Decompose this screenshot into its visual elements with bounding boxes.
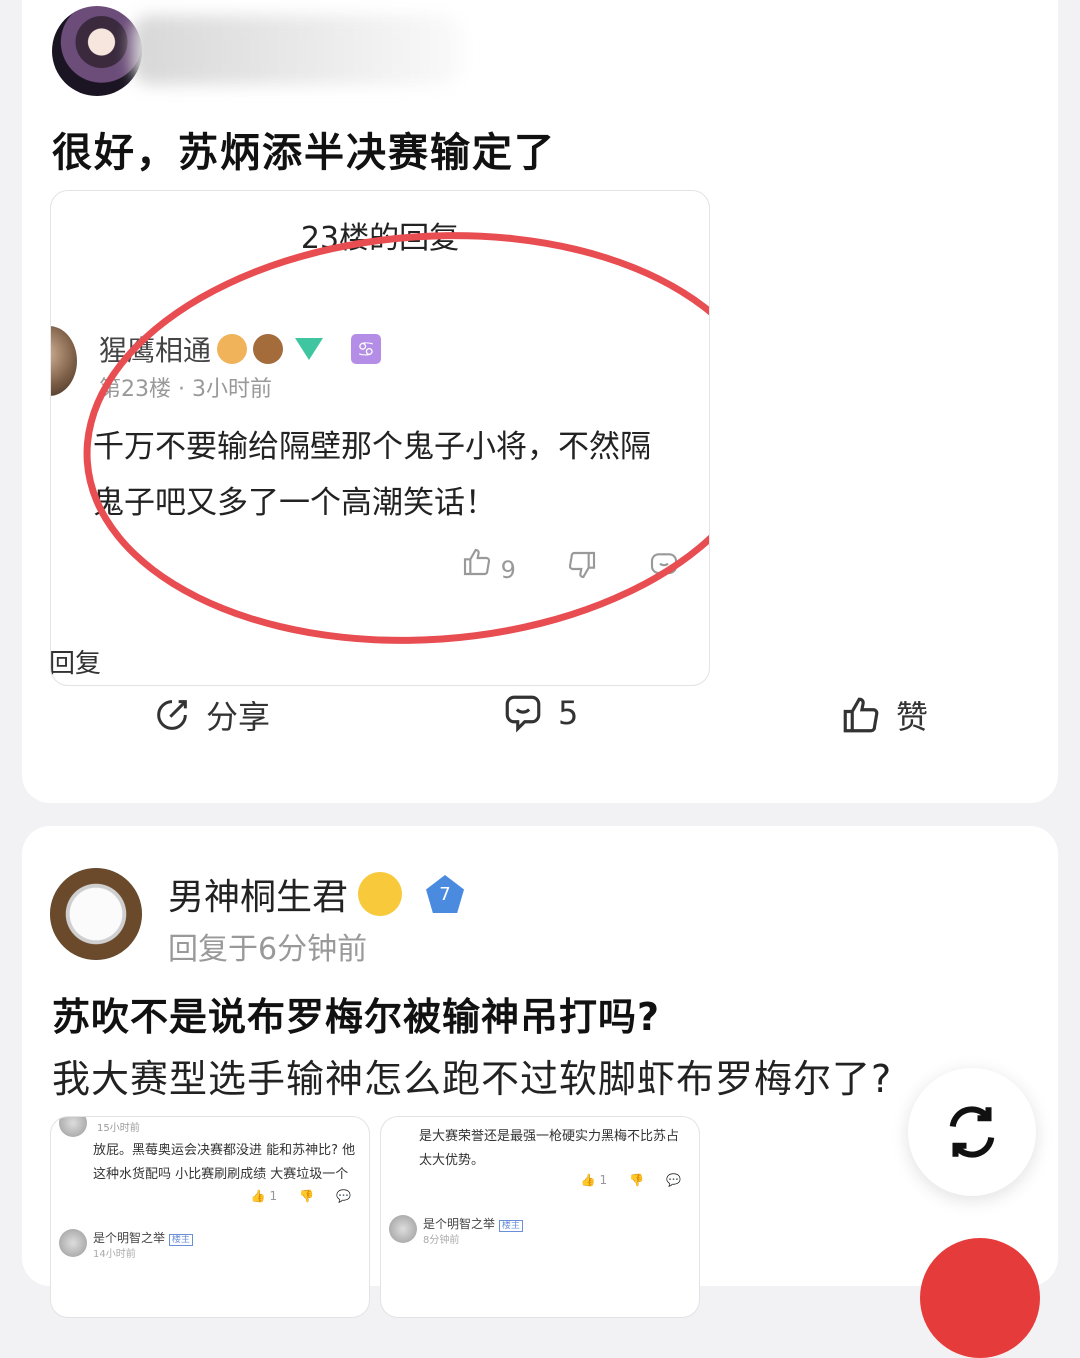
mini-owner-tag: 楼主 bbox=[168, 1234, 193, 1246]
comment-icon bbox=[505, 695, 541, 733]
mini-actions: 👍 1 👎 💬 bbox=[581, 1173, 681, 1187]
mini-like-count: 1 bbox=[599, 1173, 608, 1187]
mini-like: 👍 1 bbox=[580, 1173, 608, 1187]
mini-like-count: 1 bbox=[269, 1189, 278, 1203]
mini-sub: 8分钟前 bbox=[423, 1235, 460, 1246]
mini-text: 放屁。黑莓奥运会决赛都没进 能和苏神比? 他这种水货配吗 小比赛刷刷成绩 大赛垃… bbox=[93, 1143, 356, 1182]
author-name[interactable]: 男神桐生君 bbox=[168, 868, 348, 920]
author-name-blurred bbox=[132, 15, 462, 85]
post-image-2[interactable]: 是大赛荣誉还是最强一枪硬实力黑梅不比苏占太大优势。 👍 1 👎 💬 是个明智之举… bbox=[380, 1116, 700, 1318]
mini-user: 是个明智之举 楼主 bbox=[93, 1229, 193, 1246]
like-button[interactable]: 赞 bbox=[840, 692, 928, 738]
mini-sub: 14小时前 bbox=[93, 1249, 136, 1260]
like-label: 赞 bbox=[896, 698, 929, 736]
post-image-1[interactable]: 15小时前 放屁。黑莓奥运会决赛都没进 能和苏神比? 他这种水货配吗 小比赛刷刷… bbox=[50, 1116, 370, 1318]
mini-avatar bbox=[389, 1215, 417, 1243]
share-button[interactable]: 分享 bbox=[152, 692, 270, 738]
mini-owner-tag: 楼主 bbox=[498, 1220, 523, 1232]
post-action-bar: 分享 5 赞 bbox=[22, 692, 1058, 762]
thumbs-down-icon: 👎 bbox=[299, 1189, 315, 1203]
refresh-icon bbox=[949, 1106, 995, 1158]
red-circle-annotation bbox=[69, 209, 709, 667]
embedded-screenshot[interactable]: 23楼的回复 猩鹰相通 ♋ 第23楼 · 3小时前 千万不要输给隔壁那个鬼子小将… bbox=[50, 190, 710, 686]
mini-avatar bbox=[59, 1117, 87, 1137]
mini-text: 是大赛荣誉还是最强一枪硬实力黑梅不比苏占太大优势。 bbox=[419, 1129, 680, 1168]
embedded-reply-label: 回复 bbox=[50, 649, 102, 679]
author-row: 男神桐生君 7 bbox=[168, 868, 465, 920]
level-badge-icon: 7 bbox=[426, 875, 465, 913]
mini-avatar bbox=[59, 1229, 87, 1257]
comment-button[interactable]: 5 bbox=[502, 692, 578, 734]
author-avatar[interactable] bbox=[52, 6, 142, 96]
post-body: 我大赛型选手输神怎么跑不过软脚虾布罗梅尔了? bbox=[52, 1057, 893, 1101]
mini-like: 👍 1 bbox=[250, 1189, 278, 1203]
refresh-button[interactable] bbox=[908, 1068, 1036, 1196]
post-title: 很好，苏炳添半决赛输定了 bbox=[52, 130, 556, 176]
share-label: 分享 bbox=[206, 698, 271, 736]
compose-fab[interactable] bbox=[920, 1238, 1040, 1358]
mini-actions: 👍 1 👎 💬 bbox=[251, 1189, 351, 1203]
hug-emoji-icon bbox=[358, 872, 403, 916]
post-card-1[interactable]: 很好，苏炳添半决赛输定了 23楼的回复 猩鹰相通 ♋ 第23楼 · 3小时前 千… bbox=[22, 0, 1058, 803]
author-avatar[interactable] bbox=[50, 868, 142, 960]
mini-username: 是个明智之举 bbox=[93, 1231, 166, 1245]
mini-time: 15小时前 bbox=[97, 1123, 140, 1134]
comment-count: 5 bbox=[558, 694, 579, 732]
mini-user: 是个明智之举 楼主 bbox=[423, 1215, 523, 1232]
comment-icon: 💬 bbox=[336, 1189, 351, 1203]
thumbs-up-icon bbox=[843, 697, 879, 733]
share-icon bbox=[157, 700, 187, 730]
post-card-2[interactable]: 男神桐生君 7 回复于6分钟前 苏吹不是说布罗梅尔被输神吊打吗? 我大赛型选手输… bbox=[22, 826, 1058, 1318]
post-time: 回复于6分钟前 bbox=[168, 932, 368, 967]
post-title: 苏吹不是说布罗梅尔被输神吊打吗? bbox=[52, 995, 661, 1039]
comment-icon: 💬 bbox=[666, 1173, 681, 1187]
mini-username: 是个明智之举 bbox=[423, 1217, 496, 1231]
thumbs-down-icon: 👎 bbox=[629, 1173, 645, 1187]
embedded-avatar bbox=[51, 326, 77, 396]
